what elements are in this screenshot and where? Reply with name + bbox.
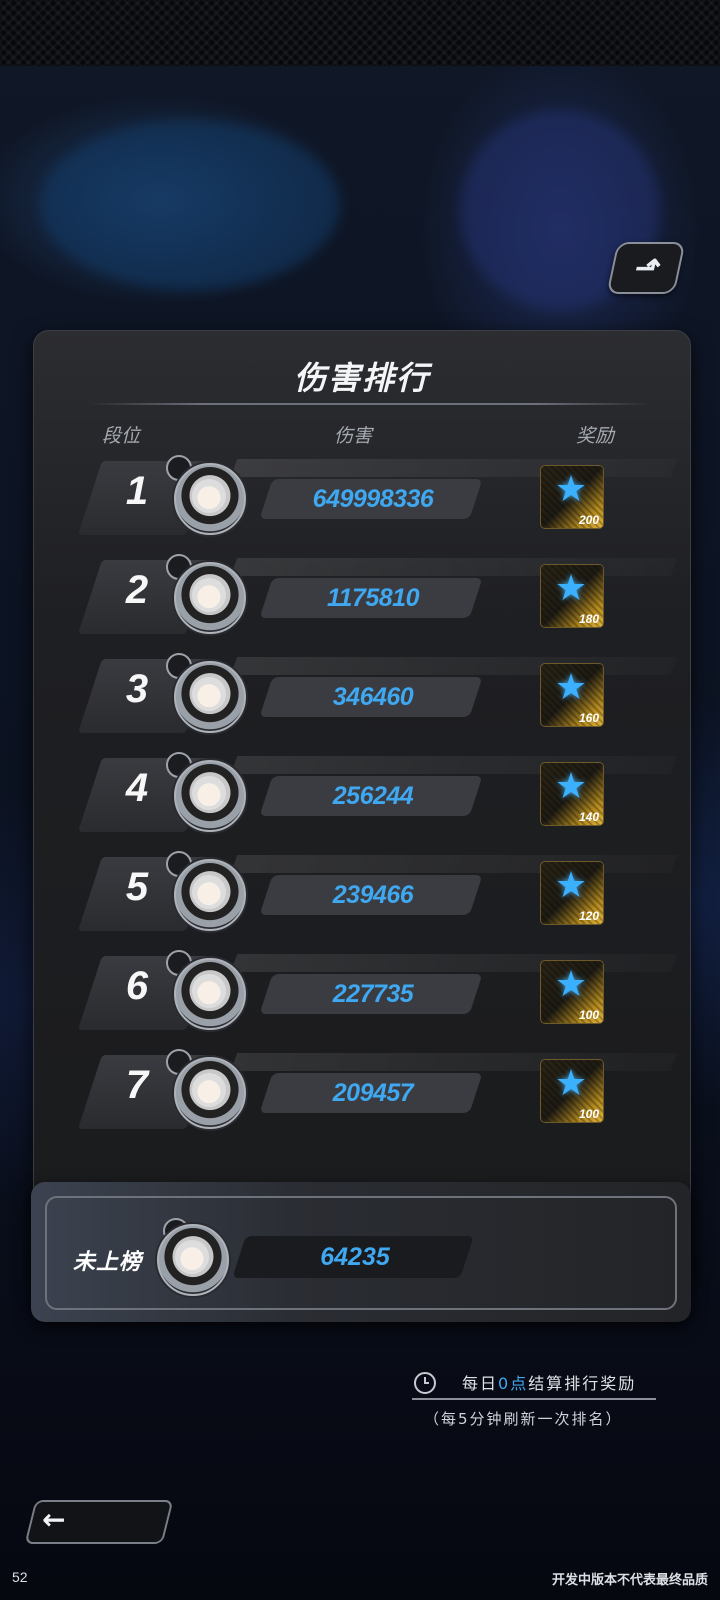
damage-value: 227735 (332, 980, 414, 1008)
rank-number: 6 (125, 964, 149, 1008)
top-status-strip (0, 0, 720, 66)
title-divider (90, 403, 650, 405)
reward-item[interactable]: ★ 120 (540, 861, 604, 925)
avatar-face (192, 578, 226, 612)
reward-item[interactable]: ★ 160 (540, 663, 604, 727)
avatar-icon[interactable] (174, 859, 246, 931)
reward-item[interactable]: ★ 180 (540, 564, 604, 628)
avatar-face (192, 875, 226, 909)
star-icon: ★ (554, 1063, 588, 1104)
reward-count: 160 (578, 711, 599, 725)
damage-value: 1175810 (327, 584, 419, 612)
rank-number: 1 (125, 469, 149, 513)
row-band (230, 657, 678, 675)
leaderboard-row: 1 649998336 ★ 200 (34, 455, 690, 539)
star-icon: ★ (554, 865, 588, 906)
rank-number: 3 (125, 667, 149, 711)
avatar-icon[interactable] (157, 1224, 229, 1296)
clock-icon (414, 1372, 436, 1394)
page-title: 伤害排行 (293, 359, 430, 397)
row-band (230, 558, 678, 576)
share-icon: ⬏ (633, 251, 659, 285)
back-arrow-icon[interactable]: ← (42, 1500, 65, 1540)
damage-value: 649998336 (312, 485, 434, 513)
avatar-icon[interactable] (174, 562, 246, 634)
leaderboard-screen: ⬏ 伤害排行 段位 伤害 奖励 1 649998336 ★ 200 2 1175810 ★ 1… (0, 0, 720, 1600)
damage-value: 209457 (332, 1079, 414, 1107)
star-icon: ★ (554, 568, 588, 609)
row-band (230, 459, 678, 477)
settlement-time: 0点 (498, 1374, 529, 1393)
avatar-icon[interactable] (174, 463, 246, 535)
header-damage: 伤害 (334, 425, 373, 447)
avatar-face (192, 974, 226, 1008)
reward-count: 120 (578, 909, 599, 923)
avatar-face (192, 776, 226, 810)
star-icon: ★ (554, 964, 588, 1005)
row-band (230, 954, 678, 972)
reward-count: 100 (578, 1008, 599, 1022)
star-icon: ★ (554, 469, 588, 510)
settlement-suffix: 结算排行奖励 (528, 1374, 637, 1393)
share-button[interactable]: ⬏ (606, 242, 686, 294)
settlement-prefix: 每日 (462, 1374, 499, 1393)
my-rank-card: 未上榜 64235 (31, 1182, 691, 1322)
reward-item[interactable]: ★ 100 (540, 960, 604, 1024)
star-icon: ★ (554, 766, 588, 807)
reward-item[interactable]: ★ 140 (540, 762, 604, 826)
leaderboard-panel: 伤害排行 段位 伤害 奖励 1 649998336 ★ 200 2 1175810 ★ 180… (33, 330, 691, 1290)
header-reward: 奖励 (576, 425, 615, 447)
rank-number: 2 (125, 568, 149, 612)
row-band (230, 855, 678, 873)
avatar-face (192, 677, 226, 711)
row-band (230, 756, 678, 774)
avatar-face (175, 1240, 209, 1274)
reward-item[interactable]: ★ 100 (540, 1059, 604, 1123)
leaderboard-row: 6 227735 ★ 100 (34, 950, 690, 1034)
leaderboard-row: 3 346460 ★ 160 (34, 653, 690, 737)
rank-number: 5 (125, 865, 149, 909)
avatar-face (192, 1073, 226, 1107)
leaderboard-row: 4 256244 ★ 140 (34, 752, 690, 836)
rank-number: 7 (125, 1063, 149, 1107)
star-icon: ★ (554, 667, 588, 708)
row-band (230, 1053, 678, 1071)
build-disclaimer: 开发中版本不代表最终品质 (551, 1573, 708, 1588)
avatar-icon[interactable] (174, 1057, 246, 1129)
header-rank: 段位 (102, 425, 141, 447)
background-blur-left (40, 120, 340, 290)
rank-number: 4 (125, 766, 149, 810)
damage-value: 346460 (332, 683, 414, 711)
damage-value: 256244 (332, 782, 414, 810)
info-divider (412, 1398, 656, 1400)
leaderboard-row: 2 1175810 ★ 180 (34, 554, 690, 638)
settlement-text: 每日0点结算排行奖励 (462, 1370, 636, 1394)
reward-count: 140 (578, 810, 599, 824)
avatar-icon[interactable] (174, 760, 246, 832)
leaderboard-row: 5 239466 ★ 120 (34, 851, 690, 935)
refresh-note: （每5分钟刷新一次排名） (424, 1410, 623, 1428)
my-rank-label: 未上榜 (73, 1250, 143, 1275)
settlement-info: 每日0点结算排行奖励 （每5分钟刷新一次排名） (412, 1370, 656, 1430)
version-number: 52 (12, 1569, 28, 1585)
reward-count: 200 (578, 513, 599, 527)
damage-value: 239466 (332, 881, 414, 909)
leaderboard-row: 7 209457 ★ 100 (34, 1049, 690, 1133)
avatar-face (192, 479, 226, 513)
reward-item[interactable]: ★ 200 (540, 465, 604, 529)
reward-count: 180 (578, 612, 599, 626)
my-damage-value: 64235 (320, 1243, 390, 1271)
avatar-icon[interactable] (174, 661, 246, 733)
avatar-icon[interactable] (174, 958, 246, 1030)
reward-count: 100 (578, 1107, 599, 1121)
